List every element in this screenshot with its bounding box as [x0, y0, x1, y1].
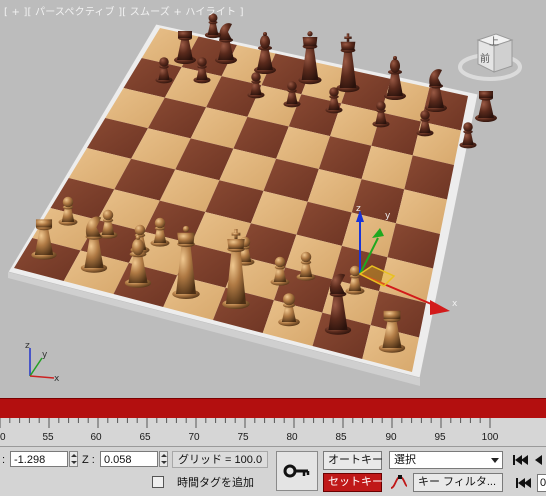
auto-key-button[interactable]: オートキー: [323, 451, 383, 470]
tick-label: 90: [385, 432, 397, 443]
viewcube-front-label: 前: [480, 52, 490, 65]
selection-set-dropdown[interactable]: 選択: [389, 451, 503, 469]
chess-board[interactable]: [7, 23, 479, 386]
go-to-start-icon[interactable]: [510, 451, 530, 469]
rook-piece: [475, 91, 497, 122]
go-to-start-key-icon[interactable]: [514, 474, 534, 492]
current-frame-field[interactable]: 0: [537, 474, 546, 492]
x-coord-spinner[interactable]: [69, 451, 78, 467]
tick-label: 85: [335, 432, 347, 443]
z-coord-field[interactable]: 0.058: [100, 451, 158, 467]
timeline-ruler: [0, 418, 491, 428]
viewcube-top-label: 上: [489, 36, 499, 48]
svg-text:z: z: [25, 341, 30, 351]
tick-label: 60: [90, 432, 102, 443]
set-key-button[interactable]: セットキー: [323, 473, 383, 492]
grid-spacing-display: グリッド = 100.0: [172, 451, 268, 468]
viewcube[interactable]: 上 前: [458, 33, 522, 81]
key-filters-button[interactable]: キー フィルタ...: [413, 473, 503, 492]
x-coord-label: :: [2, 454, 6, 466]
key-icon: [283, 464, 310, 478]
tick-label: 50: [0, 432, 6, 443]
tick-label: 95: [434, 432, 446, 443]
chess-scene[interactable]: z y x 上 前 z y x: [0, 0, 546, 398]
selection-set-value: 選択: [394, 454, 416, 466]
set-key-mode-button[interactable]: [276, 451, 318, 491]
chevron-down-icon: [491, 458, 499, 463]
x-coord-field[interactable]: -1.298: [10, 451, 68, 467]
tick-label: 100: [481, 432, 499, 443]
timeline-track[interactable]: 50 55 60 65 70 75 80 85 90 95 100: [0, 418, 546, 447]
status-bar: : -1.298 Z : 0.058 グリッド = 100.0 時間タグを追加 …: [0, 447, 546, 496]
perspective-viewport[interactable]: z y x 上 前 z y x [ + ][ パースペクティブ ][ スムーズ …: [0, 0, 546, 398]
add-time-tag[interactable]: 時間タグを追加: [172, 474, 277, 492]
key-tangent-icon[interactable]: [389, 474, 409, 492]
viewport-label[interactable]: [ + ][ パースペクティブ ][ スムーズ + ハイライト ]: [4, 3, 244, 18]
svg-text:y: y: [42, 350, 48, 360]
tick-label: 80: [286, 432, 298, 443]
svg-text:x: x: [54, 374, 60, 384]
svg-text:x: x: [452, 299, 458, 309]
time-tag-icon[interactable]: [152, 476, 164, 488]
time-slider-bar[interactable]: [0, 398, 546, 418]
tick-label: 75: [237, 432, 249, 443]
svg-text:z: z: [356, 204, 361, 214]
tick-label: 65: [139, 432, 151, 443]
svg-text:y: y: [385, 211, 391, 221]
z-coord-spinner[interactable]: [159, 451, 168, 467]
previous-frame-icon[interactable]: [530, 451, 546, 469]
z-coord-label: Z :: [82, 454, 95, 466]
tick-label: 55: [42, 432, 54, 443]
world-axis-tripod: z y x: [25, 341, 60, 384]
tick-label: 70: [188, 432, 200, 443]
